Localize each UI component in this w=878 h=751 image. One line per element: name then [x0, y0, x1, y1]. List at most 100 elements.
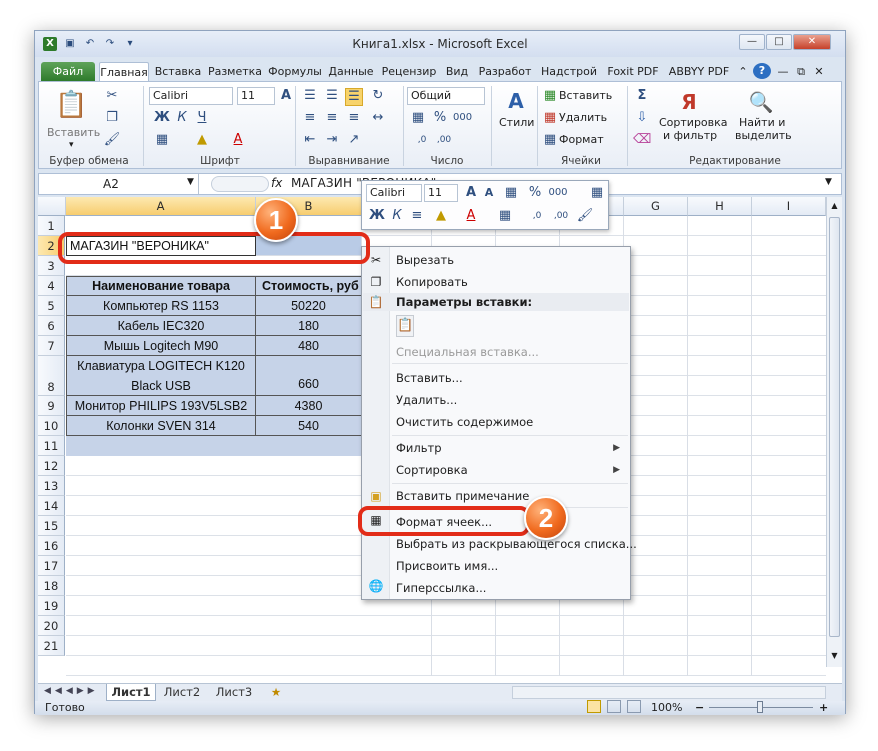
mini-percent-icon[interactable]: % — [526, 185, 544, 201]
align-middle-icon[interactable]: ☰ — [323, 88, 341, 104]
page-layout-icon[interactable] — [607, 700, 621, 713]
menu-item-sort[interactable]: Сортировка — [396, 463, 468, 477]
clear-icon[interactable]: ⌫ — [633, 132, 651, 148]
doc-close-button[interactable]: ✕ — [811, 62, 827, 81]
sort-filter-icon[interactable]: Я — [675, 88, 703, 116]
zoom-out-icon[interactable]: − — [695, 701, 704, 714]
paste-button[interactable]: Вставить — [47, 126, 100, 139]
mini-grow-font-icon[interactable]: A — [462, 185, 480, 201]
percent-icon[interactable]: % — [431, 110, 449, 126]
mini-thousands-icon[interactable]: 000 — [546, 185, 570, 201]
find-select-icon[interactable]: 🔍 — [747, 88, 775, 116]
sort-filter-label-2[interactable]: и фильтр — [663, 129, 717, 142]
row-header[interactable]: 4 — [38, 276, 65, 296]
tab-foxit[interactable]: Foxit PDF — [603, 62, 663, 81]
autosum-icon[interactable]: Σ — [633, 88, 651, 104]
name-box[interactable]: A2 — [39, 174, 199, 194]
paste-icon[interactable]: 📋 — [55, 88, 87, 122]
paste-option-icon[interactable]: 📋 — [396, 315, 414, 337]
select-all-corner[interactable] — [38, 197, 66, 216]
align-right-icon[interactable]: ≡ — [345, 110, 363, 126]
menu-item-filter[interactable]: Фильтр — [396, 441, 442, 455]
align-left-icon[interactable]: ≡ — [301, 110, 319, 126]
tab-addins[interactable]: Надстрой — [539, 62, 599, 81]
menu-item-delete[interactable]: Удалить... — [396, 393, 457, 407]
row-header[interactable]: 8 — [38, 356, 65, 396]
scroll-down-icon[interactable]: ▼ — [828, 649, 841, 663]
vertical-scrollbar[interactable]: ▲ ▼ — [826, 197, 842, 667]
tab-insert[interactable]: Вставка — [153, 62, 203, 81]
tab-home[interactable]: Главная — [99, 62, 149, 81]
borders-icon[interactable]: ▦ — [153, 132, 171, 148]
insert-cells-icon[interactable]: ▦ — [541, 88, 559, 104]
table-cell-price[interactable]: 180 — [256, 316, 362, 336]
doc-restore-button[interactable]: ⧉ — [793, 62, 809, 81]
table-cell-price[interactable]: 660 — [256, 356, 362, 396]
zoom-level[interactable]: 100% — [651, 701, 682, 714]
mini-painter-icon[interactable]: 🖌 — [576, 208, 594, 224]
table-cell-name[interactable]: Колонки SVEN 314 — [66, 416, 256, 436]
row-header[interactable]: 15 — [38, 516, 65, 536]
expand-formula-icon[interactable]: ▼ — [825, 177, 832, 187]
row-header[interactable]: 11 — [38, 436, 65, 456]
tab-file[interactable]: Файл — [41, 62, 95, 81]
menu-item-insert[interactable]: Вставить... — [396, 371, 463, 385]
italic-icon[interactable]: К — [173, 110, 191, 126]
fill-color-icon[interactable]: ▲ — [193, 132, 211, 148]
help-icon[interactable]: ? — [753, 63, 771, 79]
row-header[interactable]: 18 — [38, 576, 65, 596]
mini-currency-icon[interactable]: ▦ — [502, 185, 520, 201]
number-format-combo[interactable]: Общий — [407, 87, 485, 105]
insert-function-icon[interactable]: fx — [271, 176, 282, 190]
wrap-text-icon[interactable]: ↻ — [369, 88, 387, 104]
table-cell-price[interactable]: 50220 — [256, 296, 362, 316]
tab-review[interactable]: Рецензир — [379, 62, 439, 81]
row-header[interactable]: 5 — [38, 296, 65, 316]
horizontal-scrollbar[interactable] — [512, 686, 826, 699]
tab-formulas[interactable]: Формулы — [267, 62, 323, 81]
delete-cells-icon[interactable]: ▦ — [541, 110, 559, 126]
font-name-combo[interactable]: Calibri — [149, 87, 233, 105]
thousands-icon[interactable]: 000 — [453, 110, 472, 126]
fill-icon[interactable]: ⇩ — [633, 110, 651, 126]
zoom-slider-thumb[interactable] — [757, 701, 763, 713]
mini-size-combo[interactable]: 11 — [424, 184, 458, 202]
increase-decimal-icon[interactable]: ,0 — [413, 132, 431, 148]
align-center-icon[interactable]: ≡ — [323, 110, 341, 126]
new-sheet-icon[interactable]: ★ — [264, 684, 288, 701]
tab-view[interactable]: Вид — [443, 62, 471, 81]
normal-view-icon[interactable] — [587, 700, 601, 713]
column-header-g[interactable]: G — [624, 197, 688, 216]
row-header[interactable]: 19 — [38, 596, 65, 616]
table-cell-name[interactable]: Монитор PHILIPS 193V5LSB2 — [66, 396, 256, 416]
column-header-a[interactable]: A — [66, 197, 256, 216]
decrease-decimal-icon[interactable]: ,00 — [435, 132, 453, 148]
page-break-icon[interactable] — [627, 700, 641, 713]
mini-font-combo[interactable]: Calibri — [366, 184, 422, 202]
row-header[interactable]: 20 — [38, 616, 65, 636]
currency-icon[interactable]: ▦ — [409, 110, 427, 126]
font-size-combo[interactable]: 11 — [237, 87, 275, 105]
tab-layout[interactable]: Разметка — [207, 62, 263, 81]
table-cell-name[interactable]: Клавиатура LOGITECH K120 Black USB — [66, 356, 256, 396]
mini-fill-icon[interactable]: ▲ — [432, 208, 450, 224]
tab-data[interactable]: Данные — [327, 62, 375, 81]
table-cell-price[interactable]: 540 — [256, 416, 362, 436]
sheet-tab-2[interactable]: Лист2 — [158, 684, 206, 701]
scroll-up-icon[interactable]: ▲ — [828, 199, 841, 213]
underline-icon[interactable]: Ч — [193, 110, 211, 126]
bold-icon[interactable]: Ж — [153, 110, 171, 126]
table-header-name[interactable]: Наименование товара — [66, 276, 256, 296]
align-top-icon[interactable]: ☰ — [301, 88, 319, 104]
format-cells-icon[interactable]: ▦ — [541, 132, 559, 148]
paste-dropdown-icon[interactable]: ▾ — [69, 140, 74, 150]
name-box-dropdown-icon[interactable]: ▼ — [187, 177, 194, 187]
styles-icon[interactable]: A — [503, 88, 529, 114]
cut-icon[interactable]: ✂ — [103, 88, 121, 104]
row-header[interactable]: 17 — [38, 556, 65, 576]
align-bottom-icon[interactable]: ☰ — [345, 88, 363, 106]
sort-filter-label-1[interactable]: Сортировка — [659, 116, 728, 129]
merge-center-icon[interactable]: ↔ — [369, 110, 387, 126]
mini-bold-icon[interactable]: Ж — [368, 208, 386, 224]
row-header[interactable]: 6 — [38, 316, 65, 336]
